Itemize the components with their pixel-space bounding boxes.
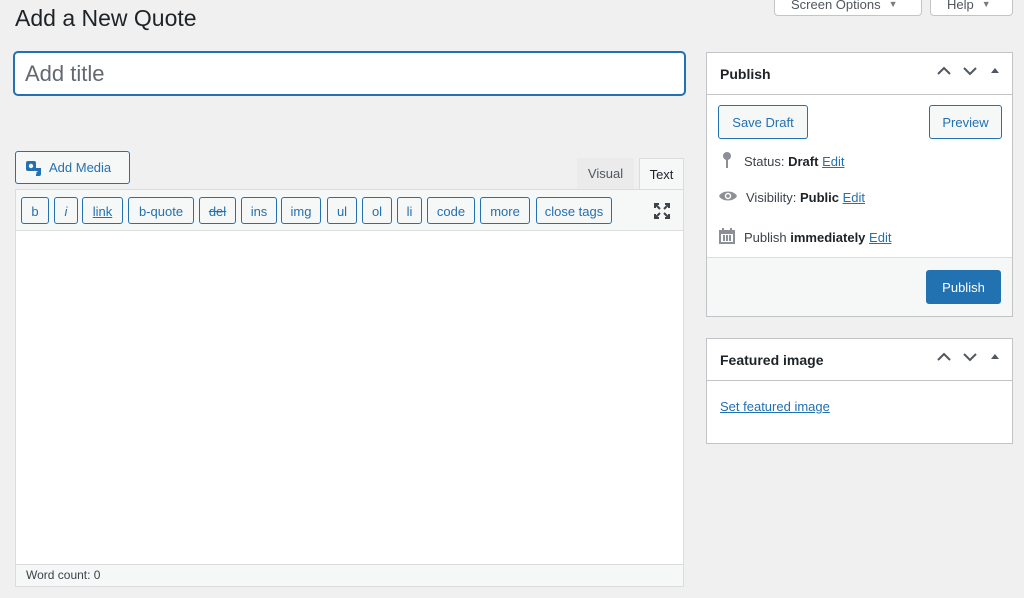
- set-featured-image-link[interactable]: Set featured image: [720, 399, 830, 414]
- publish-actions-footer: Publish: [707, 257, 1012, 316]
- quicktag-more-button[interactable]: more: [480, 197, 530, 224]
- media-icon: [25, 159, 43, 177]
- quicktag-code-button[interactable]: code: [427, 197, 475, 224]
- publish-button[interactable]: Publish: [926, 270, 1001, 304]
- word-count: Word count: 0: [26, 568, 101, 582]
- eye-icon: [718, 189, 738, 206]
- quicktags-toolbar: b i link b-quote del ins img ul ol li co…: [16, 190, 683, 231]
- publish-schedule-row: Publish immediately Edit: [718, 227, 891, 248]
- quicktag-li-button[interactable]: li: [397, 197, 422, 224]
- move-down-icon[interactable]: [962, 64, 978, 78]
- publish-label: Publish: [744, 230, 787, 245]
- publish-panel-title: Publish: [720, 65, 771, 82]
- visibility-label: Visibility:: [746, 190, 797, 205]
- pin-icon: [718, 151, 736, 172]
- quicktag-close-tags-button[interactable]: close tags: [536, 197, 612, 224]
- quicktag-ins-button[interactable]: ins: [241, 197, 277, 224]
- help-button[interactable]: Help ▼: [930, 0, 1013, 16]
- collapse-toggle-icon[interactable]: [988, 64, 1002, 78]
- quicktag-img-button[interactable]: img: [281, 197, 321, 224]
- quicktag-italic-button[interactable]: i: [54, 197, 78, 224]
- tab-text[interactable]: Text: [639, 158, 684, 189]
- screen-options-label: Screen Options: [791, 0, 881, 12]
- editor-container: b i link b-quote del ins img ul ol li co…: [15, 189, 684, 587]
- fullscreen-icon[interactable]: [653, 202, 671, 225]
- caret-down-icon: ▼: [981, 0, 991, 9]
- status-row: Status: Draft Edit: [718, 151, 844, 172]
- content-textarea[interactable]: [16, 232, 683, 566]
- tab-visual[interactable]: Visual: [577, 158, 634, 189]
- quicktag-link-button[interactable]: link: [82, 197, 123, 224]
- quicktag-ol-button[interactable]: ol: [362, 197, 392, 224]
- word-count-bar: Word count: 0: [16, 564, 683, 586]
- move-up-icon[interactable]: [936, 64, 952, 78]
- publish-value: immediately: [790, 230, 866, 245]
- status-label: Status:: [744, 154, 785, 169]
- screen-options-button[interactable]: Screen Options ▼: [774, 0, 922, 16]
- move-up-icon[interactable]: [936, 350, 952, 364]
- collapse-toggle-icon[interactable]: [988, 350, 1002, 364]
- edit-status-link[interactable]: Edit: [822, 154, 844, 169]
- visibility-row: Visibility: Public Edit: [718, 189, 865, 206]
- visibility-value: Public: [799, 190, 839, 205]
- quicktag-bquote-button[interactable]: b-quote: [128, 197, 194, 224]
- title-input[interactable]: [14, 52, 685, 95]
- status-value: Draft: [788, 154, 819, 169]
- calendar-icon: [718, 227, 736, 248]
- featured-image-panel-title: Featured image: [720, 351, 824, 368]
- add-media-button[interactable]: Add Media: [15, 151, 130, 184]
- preview-button[interactable]: Preview: [929, 105, 1002, 139]
- edit-visibility-link[interactable]: Edit: [843, 190, 865, 205]
- add-media-label: Add Media: [49, 160, 112, 175]
- featured-image-panel: Featured image Set featured image: [706, 338, 1013, 444]
- quicktag-del-button[interactable]: del: [199, 197, 236, 224]
- publish-panel: Publish Save Draft Preview Status: Draft…: [706, 52, 1013, 317]
- featured-image-panel-header: Featured image: [707, 339, 1012, 381]
- save-draft-button[interactable]: Save Draft: [718, 105, 808, 139]
- page-title: Add a New Quote: [15, 5, 197, 31]
- publish-panel-header: Publish: [707, 53, 1012, 95]
- help-label: Help: [947, 0, 974, 12]
- quicktag-bold-button[interactable]: b: [21, 197, 49, 224]
- caret-down-icon: ▼: [888, 0, 898, 9]
- quicktag-ul-button[interactable]: ul: [327, 197, 357, 224]
- edit-publish-date-link[interactable]: Edit: [869, 230, 891, 245]
- move-down-icon[interactable]: [962, 350, 978, 364]
